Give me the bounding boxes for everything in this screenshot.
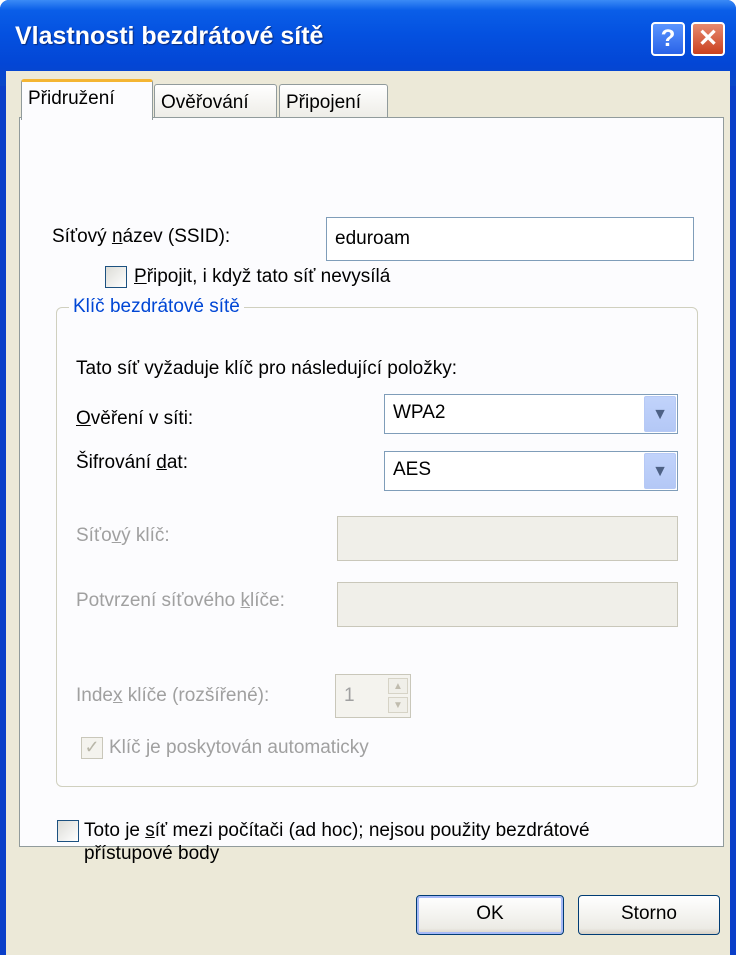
tab-panel-association: Síťový název (SSID): eduroam Připojit, i…: [19, 117, 724, 864]
connect-hidden-checkbox[interactable]: [105, 266, 127, 288]
adhoc-label-line1: Toto je síť mezi počítači (ad hoc); nejs…: [84, 820, 590, 841]
ssid-input[interactable]: eduroam: [326, 217, 694, 261]
auth-label: Ověření v síti:: [76, 408, 194, 429]
tab-association[interactable]: Přidružení: [21, 79, 153, 120]
chevron-down-icon[interactable]: ▼: [644, 396, 676, 432]
key-index-spinner[interactable]: 1 ▲ ▼: [335, 674, 411, 718]
encryption-select-value: AES: [393, 459, 432, 480]
confirm-key-input[interactable]: [337, 582, 678, 627]
auto-key-checkbox[interactable]: ✓: [81, 737, 103, 759]
ssid-value: eduroam: [335, 228, 410, 249]
ok-button[interactable]: OK: [416, 895, 564, 935]
encryption-label: Šifrování dat:: [76, 452, 188, 473]
spin-down-icon[interactable]: ▼: [388, 697, 408, 713]
adhoc-label-line2: přístupové body: [84, 843, 220, 864]
dialog-client-area: Přidružení Ověřování Připojení Síťový ná…: [6, 71, 730, 955]
network-key-label: Síťový klíč:: [76, 525, 170, 546]
ssid-label: Síťový název (SSID):: [52, 226, 231, 247]
network-key-input[interactable]: [337, 516, 678, 561]
adhoc-checkbox[interactable]: [57, 820, 79, 842]
key-index-value: 1: [344, 685, 355, 706]
dialog-window: Vlastnosti bezdrátové sítě ? ✕ Přidružen…: [0, 0, 736, 955]
connect-hidden-label: Připojit, i když tato síť nevysílá: [134, 266, 391, 287]
wireless-key-group-title: Klíč bezdrátové sítě: [69, 296, 244, 318]
auto-key-label: Klíč je poskytován automaticky: [109, 737, 369, 758]
key-index-label: Index klíče (rozšířené):: [76, 685, 270, 706]
tab-authentication[interactable]: Ověřování: [154, 84, 277, 120]
spin-up-icon[interactable]: ▲: [388, 678, 408, 694]
auth-select-value: WPA2: [393, 402, 446, 423]
window-title: Vlastnosti bezdrátové sítě: [15, 22, 324, 50]
key-required-text: Tato síť vyžaduje klíč pro následující p…: [76, 358, 457, 379]
cancel-button[interactable]: Storno: [578, 895, 720, 935]
auth-select[interactable]: WPA2 ▼: [384, 394, 678, 434]
chevron-down-icon[interactable]: ▼: [644, 453, 676, 489]
confirm-key-label: Potvrzení síťového klíče:: [76, 590, 285, 611]
help-button[interactable]: ?: [651, 22, 685, 56]
close-button[interactable]: ✕: [691, 22, 725, 56]
tab-connection[interactable]: Připojení: [279, 84, 388, 120]
encryption-select[interactable]: AES ▼: [384, 451, 678, 491]
